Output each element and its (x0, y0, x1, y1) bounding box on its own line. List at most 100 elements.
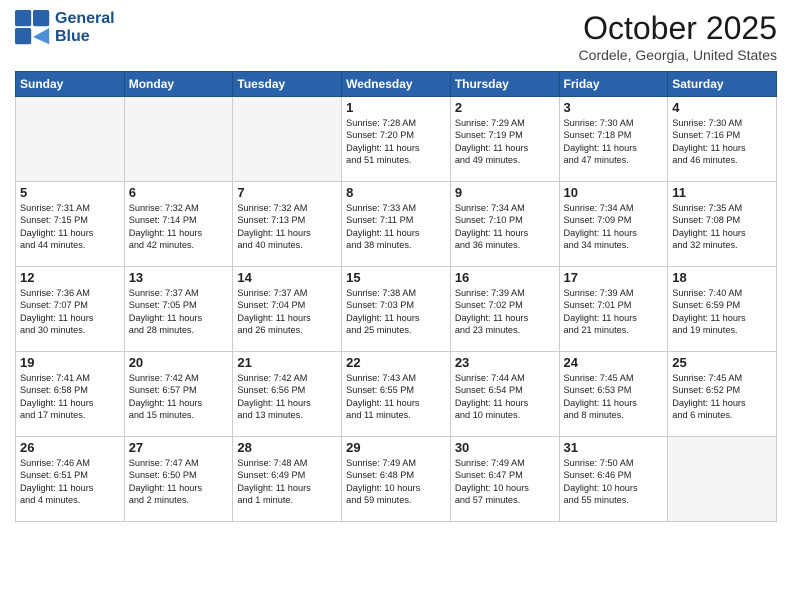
day-info: Sunrise: 7:49 AMSunset: 6:47 PMDaylight:… (455, 457, 555, 507)
day-number: 27 (129, 440, 229, 455)
logo: General Blue (15, 10, 115, 46)
day-cell (124, 97, 233, 182)
day-cell: 26 Sunrise: 7:46 AMSunset: 6:51 PMDayligh… (16, 437, 125, 522)
day-number: 17 (564, 270, 664, 285)
day-number: 8 (346, 185, 446, 200)
day-number: 2 (455, 100, 555, 115)
week-row-4: 19Sunrise: 7:41 AMSunset: 6:58 PMDayligh… (16, 352, 777, 437)
day-info: Sunrise: 7:31 AMSunset: 7:15 PMDaylight:… (20, 202, 120, 252)
day-info: Sunrise: 7:37 AMSunset: 7:04 PMDaylight:… (237, 287, 337, 337)
day-info: Sunrise: 7:28 AMSunset: 7:20 PMDaylight:… (346, 117, 446, 167)
day-number: 14 (237, 270, 337, 285)
day-cell: 23 Sunrise: 7:44 AMSunset: 6:54 PMDayligh… (450, 352, 559, 437)
day-info: Sunrise: 7:30 AMSunset: 7:16 PMDaylight:… (672, 117, 772, 167)
logo-text: General Blue (55, 10, 115, 45)
weekday-header-wednesday: Wednesday (342, 72, 451, 97)
weekday-header-monday: Monday (124, 72, 233, 97)
day-info: Sunrise: 7:39 AMSunset: 7:01 PMDaylight:… (564, 287, 664, 337)
day-info: Sunrise: 7:45 AMSunset: 6:53 PMDaylight:… (564, 372, 664, 422)
day-info: Sunrise: 7:33 AMSunset: 7:11 PMDaylight:… (346, 202, 446, 252)
day-cell: 28 Sunrise: 7:48 AMSunset: 6:49 PMDayligh… (233, 437, 342, 522)
day-cell: 12 Sunrise: 7:36 AMSunset: 7:07 PMDayligh… (16, 267, 125, 352)
day-cell: 8 Sunrise: 7:33 AMSunset: 7:11 PMDaylight… (342, 182, 451, 267)
day-number: 15 (346, 270, 446, 285)
day-info: Sunrise: 7:44 AMSunset: 6:54 PMDaylight:… (455, 372, 555, 422)
day-number: 4 (672, 100, 772, 115)
day-cell (233, 97, 342, 182)
week-row-3: 12 Sunrise: 7:36 AMSunset: 7:07 PMDayligh… (16, 267, 777, 352)
day-number: 13 (129, 270, 229, 285)
day-number: 7 (237, 185, 337, 200)
day-info: Sunrise: 7:36 AMSunset: 7:07 PMDaylight:… (20, 287, 120, 337)
day-info: Sunrise: 7:45 AMSunset: 6:52 PMDaylight:… (672, 372, 772, 422)
day-info: Sunrise: 7:43 AMSunset: 6:55 PMDaylight:… (346, 372, 446, 422)
weekday-header-friday: Friday (559, 72, 668, 97)
day-cell: 22 Sunrise: 7:43 AMSunset: 6:55 PMDayligh… (342, 352, 451, 437)
weekday-header-sunday: Sunday (16, 72, 125, 97)
day-info: Sunrise: 7:29 AMSunset: 7:19 PMDaylight:… (455, 117, 555, 167)
day-number: 3 (564, 100, 664, 115)
day-cell: 25 Sunrise: 7:45 AMSunset: 6:52 PMDayligh… (668, 352, 777, 437)
day-cell: 6Sunrise: 7:32 AMSunset: 7:14 PMDaylight… (124, 182, 233, 267)
day-number: 26 (20, 440, 120, 455)
day-cell: 15 Sunrise: 7:38 AMSunset: 7:03 PMDayligh… (342, 267, 451, 352)
week-row-1: 1 Sunrise: 7:28 AMSunset: 7:20 PMDaylight… (16, 97, 777, 182)
logo-line2: Blue (55, 28, 115, 46)
day-cell: 1 Sunrise: 7:28 AMSunset: 7:20 PMDaylight… (342, 97, 451, 182)
day-info: Sunrise: 7:34 AMSunset: 7:09 PMDaylight:… (564, 202, 664, 252)
header: General Blue October 2025 Cordele, Georg… (15, 10, 777, 63)
page: General Blue October 2025 Cordele, Georg… (0, 0, 792, 612)
day-number: 12 (20, 270, 120, 285)
day-number: 25 (672, 355, 772, 370)
day-cell (16, 97, 125, 182)
day-number: 28 (237, 440, 337, 455)
weekday-header-tuesday: Tuesday (233, 72, 342, 97)
day-cell: 24 Sunrise: 7:45 AMSunset: 6:53 PMDayligh… (559, 352, 668, 437)
day-info: Sunrise: 7:50 AMSunset: 6:46 PMDaylight:… (564, 457, 664, 507)
weekday-header-row: SundayMondayTuesdayWednesdayThursdayFrid… (16, 72, 777, 97)
day-info: Sunrise: 7:40 AMSunset: 6:59 PMDaylight:… (672, 287, 772, 337)
day-cell: 21 Sunrise: 7:42 AMSunset: 6:56 PMDayligh… (233, 352, 342, 437)
day-info: Sunrise: 7:47 AMSunset: 6:50 PMDaylight:… (129, 457, 229, 507)
day-number: 1 (346, 100, 446, 115)
location: Cordele, Georgia, United States (579, 47, 777, 63)
calendar-table: SundayMondayTuesdayWednesdayThursdayFrid… (15, 71, 777, 522)
day-cell: 11Sunrise: 7:35 AMSunset: 7:08 PMDayligh… (668, 182, 777, 267)
day-number: 18 (672, 270, 772, 285)
day-cell: 4 Sunrise: 7:30 AMSunset: 7:16 PMDaylight… (668, 97, 777, 182)
day-number: 5 (20, 185, 120, 200)
day-number: 22 (346, 355, 446, 370)
day-cell: 19Sunrise: 7:41 AMSunset: 6:58 PMDayligh… (16, 352, 125, 437)
day-cell: 31 Sunrise: 7:50 AMSunset: 6:46 PMDayligh… (559, 437, 668, 522)
day-info: Sunrise: 7:42 AMSunset: 6:57 PMDaylight:… (129, 372, 229, 422)
day-number: 16 (455, 270, 555, 285)
day-cell: 17 Sunrise: 7:39 AMSunset: 7:01 PMDayligh… (559, 267, 668, 352)
day-number: 24 (564, 355, 664, 370)
logo-icon (15, 10, 51, 46)
day-number: 10 (564, 185, 664, 200)
day-number: 23 (455, 355, 555, 370)
day-info: Sunrise: 7:46 AMSunset: 6:51 PMDaylight:… (20, 457, 120, 507)
day-cell: 7 Sunrise: 7:32 AMSunset: 7:13 PMDaylight… (233, 182, 342, 267)
week-row-2: 5 Sunrise: 7:31 AMSunset: 7:15 PMDaylight… (16, 182, 777, 267)
week-row-5: 26 Sunrise: 7:46 AMSunset: 6:51 PMDayligh… (16, 437, 777, 522)
day-info: Sunrise: 7:35 AMSunset: 7:08 PMDaylight:… (672, 202, 772, 252)
day-info: Sunrise: 7:48 AMSunset: 6:49 PMDaylight:… (237, 457, 337, 507)
day-number: 6 (129, 185, 229, 200)
day-info: Sunrise: 7:42 AMSunset: 6:56 PMDaylight:… (237, 372, 337, 422)
day-cell: 10 Sunrise: 7:34 AMSunset: 7:09 PMDayligh… (559, 182, 668, 267)
day-number: 31 (564, 440, 664, 455)
day-cell: 5 Sunrise: 7:31 AMSunset: 7:15 PMDaylight… (16, 182, 125, 267)
day-cell: 14 Sunrise: 7:37 AMSunset: 7:04 PMDayligh… (233, 267, 342, 352)
day-cell: 30 Sunrise: 7:49 AMSunset: 6:47 PMDayligh… (450, 437, 559, 522)
day-number: 21 (237, 355, 337, 370)
day-number: 30 (455, 440, 555, 455)
month-title: October 2025 (579, 10, 777, 47)
day-cell: 18 Sunrise: 7:40 AMSunset: 6:59 PMDayligh… (668, 267, 777, 352)
weekday-header-thursday: Thursday (450, 72, 559, 97)
day-info: Sunrise: 7:37 AMSunset: 7:05 PMDaylight:… (129, 287, 229, 337)
day-info: Sunrise: 7:32 AMSunset: 7:13 PMDaylight:… (237, 202, 337, 252)
day-number: 19 (20, 355, 120, 370)
day-info: Sunrise: 7:38 AMSunset: 7:03 PMDaylight:… (346, 287, 446, 337)
day-cell: 2 Sunrise: 7:29 AMSunset: 7:19 PMDaylight… (450, 97, 559, 182)
